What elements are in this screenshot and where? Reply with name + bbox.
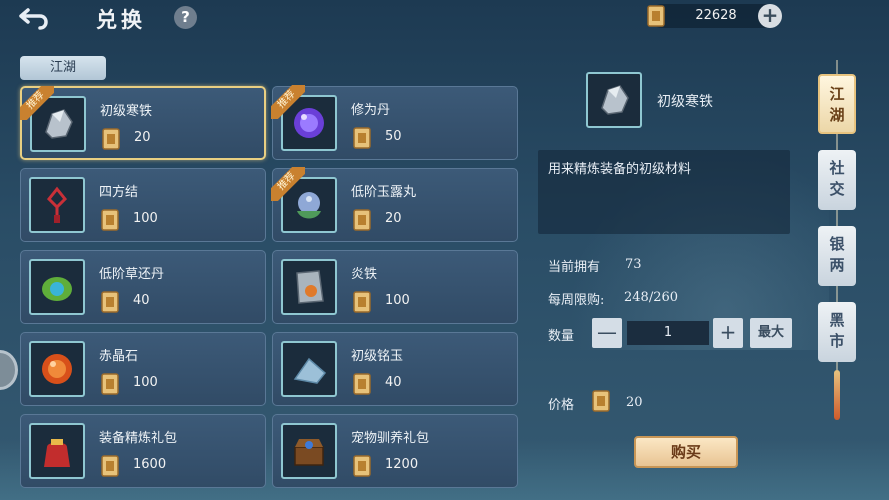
- gift-bag-icon: [44, 439, 70, 467]
- quantity-input[interactable]: 1: [627, 321, 709, 345]
- owned-value: 73: [625, 257, 642, 272]
- left-scroll-handle[interactable]: [0, 350, 18, 390]
- owned-label: 当前拥有: [548, 260, 601, 275]
- weekly-limit-value: 248/260: [624, 290, 679, 305]
- item-thumbnail: [281, 259, 337, 315]
- help-button[interactable]: ?: [174, 6, 197, 29]
- item-thumbnail: [281, 423, 337, 479]
- add-currency-button[interactable]: +: [758, 4, 782, 28]
- ticket-currency-icon: [351, 289, 373, 319]
- item-name: 宠物驯养礼包: [351, 431, 430, 446]
- item-card[interactable]: 推荐初级寒铁 20: [20, 86, 266, 160]
- item-name: 初级铭玉: [351, 349, 404, 364]
- quantity-max-button[interactable]: 最大: [750, 318, 792, 348]
- ticket-currency-icon: [351, 125, 373, 155]
- red-crystal-icon: [42, 354, 72, 384]
- side-tab-jianghu[interactable]: 江 湖: [818, 74, 856, 134]
- item-price: 50: [385, 129, 402, 144]
- item-price: 1600: [133, 457, 167, 472]
- recommended-badge: 推荐: [271, 167, 305, 201]
- ticket-currency-icon: [351, 453, 373, 483]
- ticket-currency-icon: [99, 207, 121, 237]
- item-thumbnail: [29, 423, 85, 479]
- item-thumbnail: [29, 341, 85, 397]
- detail-item-name: 初级寒铁: [657, 94, 713, 110]
- item-price: 100: [133, 211, 158, 226]
- item-price: 20: [385, 211, 402, 226]
- ticket-currency-icon: [592, 390, 610, 412]
- quantity-plus-button[interactable]: +: [713, 318, 743, 348]
- item-price: 40: [133, 293, 150, 308]
- ticket-currency-icon: [99, 289, 121, 319]
- tassel-decoration: [834, 370, 840, 420]
- herb-pill-icon: [42, 277, 72, 301]
- item-card[interactable]: 初级铭玉 40: [272, 332, 518, 406]
- item-name: 赤晶石: [99, 349, 139, 364]
- item-name: 低阶草还丹: [99, 267, 165, 282]
- quantity-label: 数量: [548, 329, 575, 344]
- detail-item-thumbnail: [586, 72, 642, 128]
- recommended-badge: 推荐: [271, 85, 305, 119]
- item-card[interactable]: 宠物驯养礼包 1200: [272, 414, 518, 488]
- ticket-currency-icon: [99, 453, 121, 483]
- recommended-badge-label: 推荐: [271, 167, 305, 201]
- ticket-currency-icon: [351, 207, 373, 237]
- treasure-chest-icon: [294, 439, 324, 466]
- back-arrow-icon[interactable]: [18, 4, 52, 30]
- detail-description: 用来精炼装备的初级材料: [548, 162, 692, 177]
- item-thumbnail: [29, 177, 85, 233]
- item-name: 炎铁: [351, 267, 378, 282]
- item-thumbnail: [29, 259, 85, 315]
- item-name: 装备精炼礼包: [99, 431, 178, 446]
- side-tab-black-market[interactable]: 黑 市: [818, 302, 856, 362]
- item-card[interactable]: 推荐修为丹 50: [271, 85, 518, 160]
- recommended-badge-label: 推荐: [271, 85, 305, 119]
- ticket-currency-icon: [351, 371, 373, 401]
- item-card[interactable]: 推荐低阶玉露丸 20: [271, 167, 518, 242]
- item-card[interactable]: 低阶草还丹 40: [20, 250, 266, 324]
- page-title: 兑换: [96, 7, 146, 32]
- item-price: 100: [133, 375, 158, 390]
- category-tab-jianghu[interactable]: 江湖: [20, 56, 106, 80]
- recommended-badge-label: 推荐: [20, 86, 54, 120]
- recommended-badge: 推荐: [20, 86, 54, 120]
- currency-amount: 22628: [695, 8, 737, 23]
- item-card[interactable]: 赤晶石 100: [20, 332, 266, 406]
- buy-button[interactable]: 购买: [634, 436, 738, 468]
- ticket-currency-icon: [647, 5, 665, 27]
- side-tab-silver[interactable]: 银 两: [818, 226, 856, 286]
- item-price: 20: [134, 130, 151, 145]
- item-name: 修为丹: [351, 103, 391, 118]
- side-tab-social[interactable]: 社 交: [818, 150, 856, 210]
- item-price: 1200: [385, 457, 419, 472]
- price-label: 价格: [548, 398, 575, 413]
- red-knot-icon: [46, 186, 68, 223]
- item-price: 40: [385, 375, 402, 390]
- ticket-currency-icon: [100, 126, 122, 156]
- jade-stone-icon: [293, 357, 327, 384]
- flame-iron-icon: [296, 270, 324, 304]
- item-card[interactable]: 装备精炼礼包 1600: [20, 414, 266, 488]
- item-thumbnail: [281, 341, 337, 397]
- weekly-limit-label: 每周限购:: [548, 293, 605, 308]
- item-card[interactable]: 炎铁 100: [272, 250, 518, 324]
- item-name: 低阶玉露丸: [351, 185, 417, 200]
- price-value: 20: [626, 395, 643, 410]
- item-name: 四方结: [99, 185, 139, 200]
- item-price: 100: [385, 293, 410, 308]
- item-card[interactable]: 四方结 100: [20, 168, 266, 242]
- ticket-currency-icon: [99, 371, 121, 401]
- iron-ore-icon: [601, 85, 629, 115]
- quantity-minus-button[interactable]: —: [592, 318, 622, 348]
- item-name: 初级寒铁: [100, 104, 153, 119]
